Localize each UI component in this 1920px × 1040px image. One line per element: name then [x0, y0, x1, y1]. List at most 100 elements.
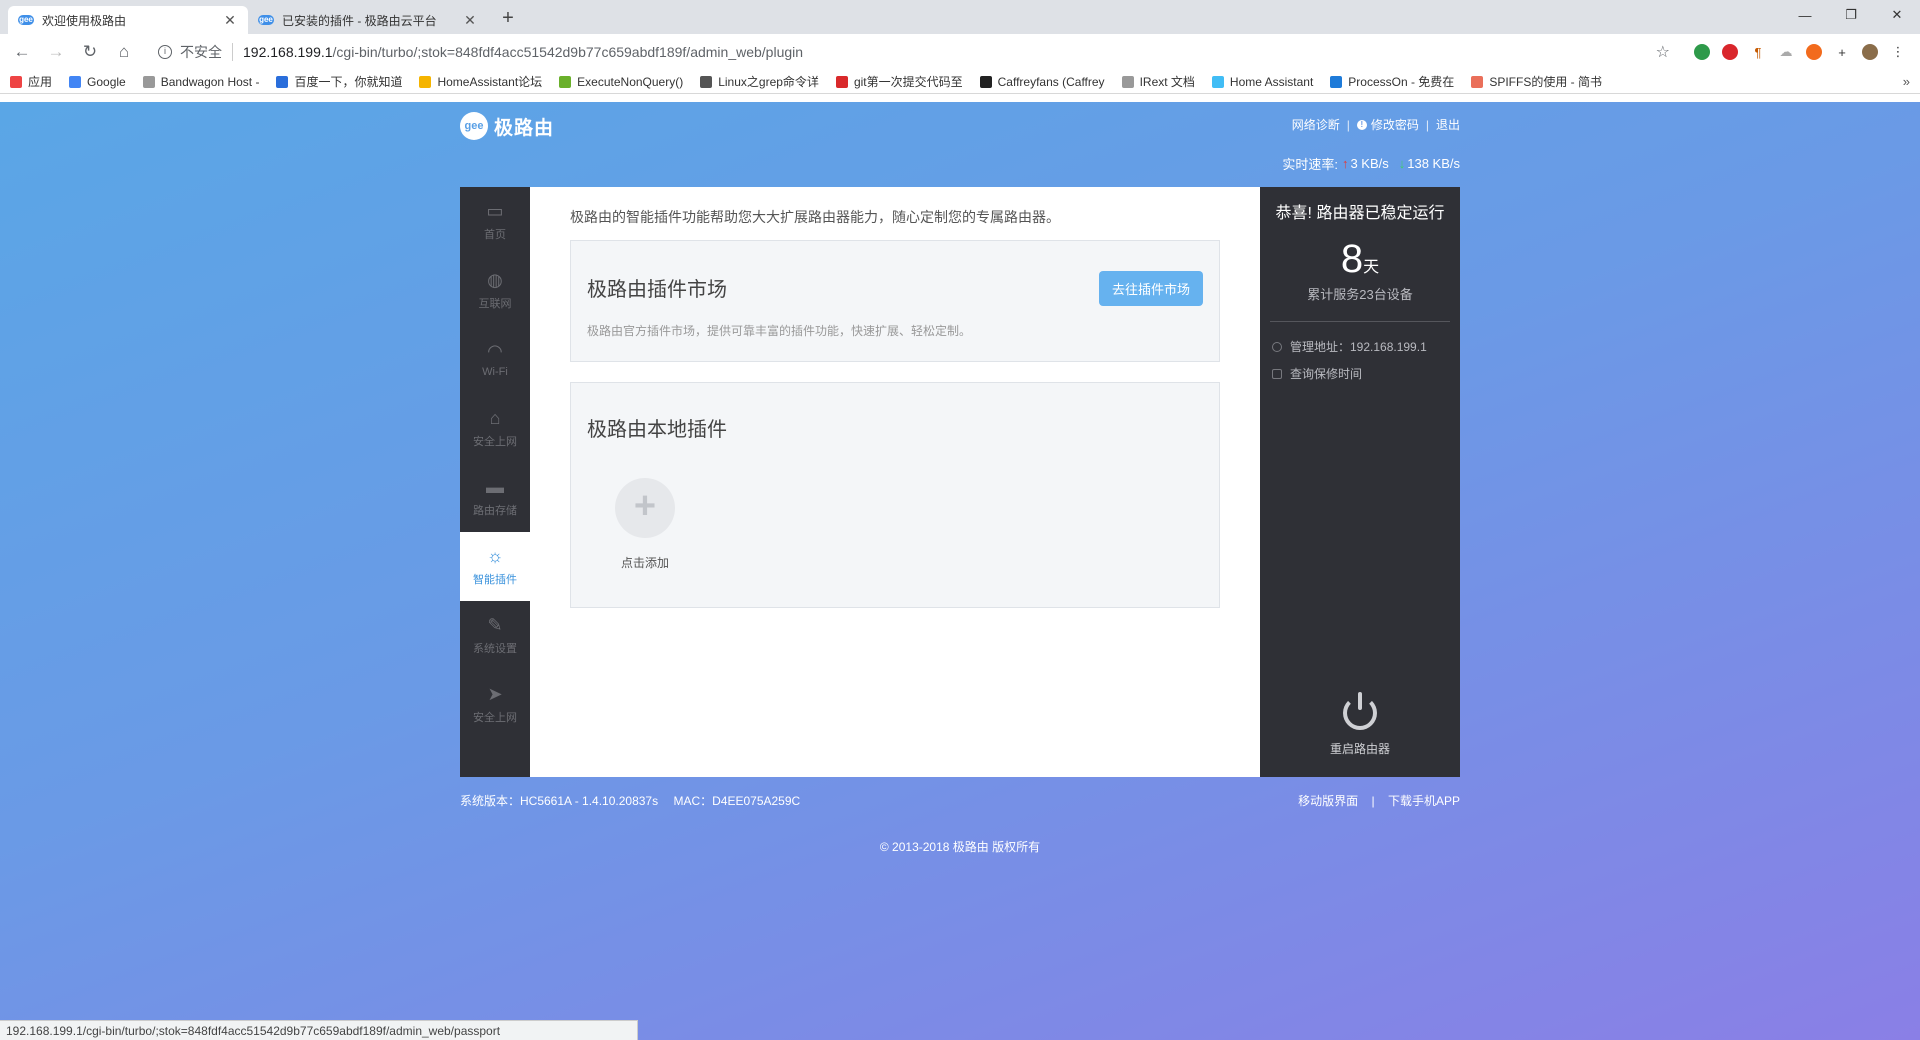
- sidebar-item[interactable]: ◠ Wi-Fi: [460, 325, 530, 394]
- close-window-icon[interactable]: ✕: [1874, 0, 1920, 30]
- bookmark-item[interactable]: SPIFFS的使用 - 简书: [1471, 73, 1602, 90]
- sidebar-item[interactable]: ⌂ 安全上网: [460, 394, 530, 463]
- uptime-days: 8: [1340, 237, 1364, 281]
- tab-welcome[interactable]: gee 欢迎使用极路由 ✕: [8, 6, 248, 34]
- extension-green-icon[interactable]: [1688, 38, 1716, 66]
- system-info: 系统版本：HC5661A - 1.4.10.20837s MAC：D4EE075…: [460, 792, 812, 809]
- bookmark-item[interactable]: IRext 文档: [1121, 73, 1195, 90]
- paragraph-extension-icon[interactable]: ¶: [1744, 38, 1772, 66]
- cloud-extension-icon[interactable]: ☁: [1772, 38, 1800, 66]
- github-icon: [979, 75, 992, 88]
- bookmark-item[interactable]: ProcessOn - 免费在: [1330, 73, 1454, 90]
- tab-title: 欢迎使用极路由: [42, 13, 127, 28]
- sidebar-item[interactable]: ▬ 路由存储: [460, 463, 530, 532]
- minimize-icon[interactable]: —: [1782, 0, 1828, 30]
- close-tab-icon[interactable]: ✕: [462, 12, 478, 29]
- bookmark-label: Caffreyfans (Caffrey: [997, 74, 1105, 89]
- sidebar-item[interactable]: ▭ 首页: [460, 187, 530, 256]
- orange-extension-icon[interactable]: [1800, 38, 1828, 66]
- power-icon[interactable]: [1343, 692, 1377, 730]
- monitor-icon: ▭: [486, 201, 504, 221]
- brand-name: 极路由: [494, 117, 555, 139]
- new-tab-button[interactable]: +: [494, 4, 522, 32]
- go-to-market-button[interactable]: 去往插件市场: [1099, 271, 1203, 306]
- add-plugin-button[interactable]: +: [615, 478, 675, 538]
- bookmark-item[interactable]: Google: [69, 75, 126, 89]
- bookmark-item[interactable]: Linux之grep命令详: [700, 73, 819, 90]
- bookmark-item[interactable]: 应用: [10, 73, 52, 90]
- bookmark-item[interactable]: HomeAssistant论坛: [419, 73, 542, 90]
- tab-strip: gee 欢迎使用极路由 ✕ gee 已安装的插件 - 极路由云平台 ✕ + — …: [0, 0, 1920, 34]
- footer-links: 移动版界面 | 下载手机APP: [1298, 792, 1460, 809]
- router-header: gee 极路由 网络诊断 | ! 修改密码 | 退出 实时速率: ↑ 3 KB/…: [460, 112, 1460, 172]
- router-page: gee 极路由 网络诊断 | ! 修改密码 | 退出 实时速率: ↑ 3 KB/…: [0, 102, 1920, 1040]
- home-assistant-icon: [1211, 75, 1224, 88]
- bookmark-item[interactable]: Home Assistant: [1211, 75, 1313, 89]
- bookmarks-overflow-icon[interactable]: »: [1903, 74, 1910, 89]
- plus-extension-icon[interactable]: +: [1828, 38, 1856, 66]
- router-logo[interactable]: gee 极路由: [460, 112, 554, 140]
- back-button[interactable]: ←: [8, 38, 36, 66]
- divider: [1270, 321, 1450, 322]
- local-plugin-title: 极路由本地插件: [587, 419, 727, 441]
- bookmark-item[interactable]: 百度一下，你就知道: [276, 73, 402, 90]
- sidebar-item-label: 安全上网: [473, 436, 517, 448]
- close-tab-icon[interactable]: ✕: [222, 12, 238, 29]
- baidu-icon: [276, 75, 289, 88]
- paper-plane-icon: ➤: [487, 684, 503, 704]
- bookmark-label: Bandwagon Host -: [160, 74, 260, 89]
- tab-installed-plugins[interactable]: gee 已安装的插件 - 极路由云平台 ✕: [248, 6, 488, 34]
- top-links: 网络诊断 | ! 修改密码 | 退出: [1292, 116, 1460, 133]
- restore-icon[interactable]: ❐: [1828, 0, 1874, 30]
- csdn-icon: [835, 75, 848, 88]
- calendar-icon: [1272, 368, 1282, 379]
- warranty-link[interactable]: 查询保修时间: [1290, 365, 1362, 382]
- sidebar-item[interactable]: ◍ 互联网: [460, 256, 530, 325]
- status-panel: 恭喜! 路由器已稳定运行 8天 累计服务23台设备 管理地址：192.168.1…: [1260, 187, 1460, 777]
- folder-icon: ▬: [486, 477, 504, 497]
- tux-icon: [700, 75, 713, 88]
- download-arrow-icon: ↓: [1398, 156, 1406, 171]
- adblock-icon[interactable]: [1716, 38, 1744, 66]
- reboot-router[interactable]: 重启路由器: [1260, 692, 1460, 757]
- bookmark-item[interactable]: git第一次提交代码至: [835, 73, 963, 90]
- bookmark-label: ProcessOn - 免费在: [1348, 75, 1455, 89]
- bookmark-item[interactable]: ExecuteNonQuery(): [559, 75, 683, 89]
- bookmark-star-icon[interactable]: ☆: [1656, 42, 1670, 62]
- address-bar[interactable]: i 不安全 192.168.199.1/cgi-bin/turbo/;stok=…: [148, 38, 1680, 66]
- mobile-version-link[interactable]: 移动版界面: [1298, 794, 1358, 808]
- sidebar-item[interactable]: ➤ 安全上网: [460, 670, 530, 739]
- bookmark-label: 应用: [28, 75, 53, 89]
- admin-address-row: 管理地址：192.168.199.1: [1260, 338, 1460, 355]
- profile-avatar-icon[interactable]: [1856, 38, 1884, 66]
- sidebar-item[interactable]: ☼ 智能插件: [460, 532, 530, 601]
- bookmark-item[interactable]: Bandwagon Host -: [142, 74, 260, 89]
- info-icon[interactable]: i: [158, 45, 172, 59]
- add-plugin[interactable]: + 点击添加: [615, 478, 677, 571]
- globe-icon: ◍: [487, 270, 503, 290]
- change-password-link[interactable]: 修改密码: [1371, 116, 1419, 133]
- bookmark-label: IRext 文档: [1139, 75, 1195, 89]
- window-controls: — ❐ ✕: [1782, 0, 1920, 30]
- forward-button[interactable]: →: [42, 38, 70, 66]
- bookmark-item[interactable]: Caffreyfans (Caffrey: [979, 74, 1105, 89]
- logout-link[interactable]: 退出: [1436, 116, 1460, 133]
- reboot-label: 重启路由器: [1329, 742, 1390, 756]
- sidebar-item-label: 首页: [484, 229, 506, 241]
- gee-favicon-icon: gee: [18, 15, 34, 25]
- lock-icon: ⌂: [489, 408, 501, 428]
- devices-served: 累计服务23台设备: [1307, 287, 1413, 302]
- home-button[interactable]: ⌂: [110, 38, 138, 66]
- mac-address: MAC：D4EE075A259C: [673, 794, 801, 808]
- download-app-link[interactable]: 下载手机APP: [1388, 794, 1460, 808]
- page-icon: [142, 75, 155, 88]
- network-diagnose-link[interactable]: 网络诊断: [1292, 116, 1340, 133]
- sidebar-item[interactable]: ✎ 系统设置: [460, 601, 530, 670]
- warranty-row[interactable]: 查询保修时间: [1260, 365, 1460, 382]
- menu-icon[interactable]: ⋮: [1884, 38, 1912, 66]
- plugin-market-desc: 极路由官方插件市场，提供可靠丰富的插件功能，快速扩展、轻松定制。: [587, 324, 972, 338]
- reload-button[interactable]: ↻: [76, 38, 104, 66]
- sidebar-item-label: 系统设置: [473, 643, 517, 655]
- download-speed: 138 KB/s: [1407, 156, 1460, 171]
- sidebar-item-label: 智能插件: [473, 574, 517, 586]
